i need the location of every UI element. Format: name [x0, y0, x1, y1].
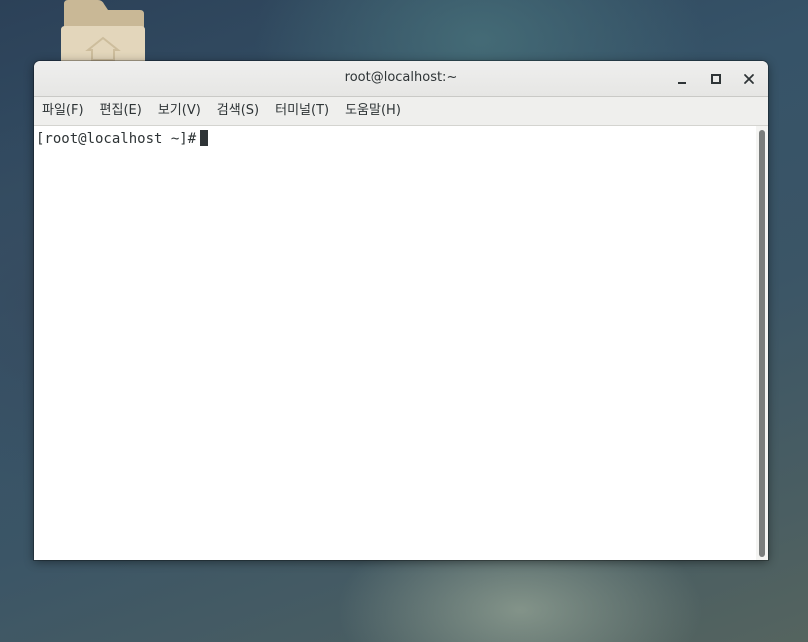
scrollbar-thumb[interactable]: [759, 130, 765, 557]
close-button[interactable]: [739, 69, 759, 89]
shell-prompt: [root@localhost ~]#: [36, 131, 197, 147]
title-bar[interactable]: root@localhost:~: [34, 61, 768, 97]
terminal-window: root@localhost:~ 파일(F) 편집(E) 보기(V) 검색(S)…: [34, 61, 768, 560]
maximize-button[interactable]: [706, 69, 726, 89]
close-icon: [744, 74, 754, 84]
menu-help[interactable]: 도움말(H): [337, 97, 409, 125]
menu-bar: 파일(F) 편집(E) 보기(V) 검색(S) 터미널(T) 도움말(H): [34, 97, 768, 126]
menu-search[interactable]: 검색(S): [209, 97, 267, 125]
desktop: root@localhost:~ 파일(F) 편집(E) 보기(V) 검색(S)…: [0, 0, 808, 642]
menu-file[interactable]: 파일(F): [34, 97, 92, 125]
home-folder-icon[interactable]: [58, 0, 148, 62]
maximize-icon: [711, 74, 721, 84]
window-title: root@localhost:~: [344, 70, 458, 85]
text-cursor: [200, 130, 209, 146]
terminal-scrollbar[interactable]: [756, 126, 768, 560]
minimize-button[interactable]: [672, 69, 692, 89]
menu-terminal[interactable]: 터미널(T): [267, 97, 337, 125]
minimize-icon: [678, 82, 686, 84]
prompt-line: [root@localhost ~]#: [36, 130, 209, 148]
menu-edit[interactable]: 편집(E): [92, 97, 150, 125]
terminal-area[interactable]: [root@localhost ~]#: [34, 126, 756, 560]
menu-view[interactable]: 보기(V): [150, 97, 209, 125]
